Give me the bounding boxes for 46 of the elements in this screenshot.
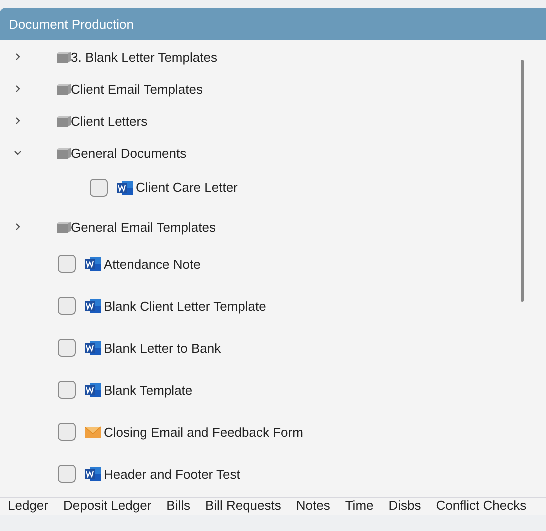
document-name[interactable]: Blank Client Letter Template (104, 298, 266, 314)
document-name[interactable]: Blank Template (104, 382, 193, 398)
folder-icon (56, 50, 71, 64)
tab[interactable]: Deposit Ledger (63, 498, 152, 515)
word-document-icon (85, 466, 101, 482)
tab[interactable]: Conflict Checks (436, 498, 527, 515)
folder-icon (56, 114, 71, 128)
folder-name[interactable]: General Email Templates (71, 220, 216, 234)
tab[interactable]: Ledger (8, 498, 48, 515)
checkbox[interactable] (58, 465, 76, 483)
tab[interactable]: Bills (166, 498, 190, 515)
checkbox[interactable] (58, 423, 76, 441)
document-name[interactable]: Attendance Note (104, 256, 201, 272)
panel-title: Document Production (0, 8, 546, 40)
scrollbar[interactable] (521, 60, 524, 302)
tab[interactable]: Disbs (388, 498, 422, 515)
expand-chevron-icon[interactable] (13, 84, 23, 94)
document-name[interactable]: Client Care Letter (136, 180, 238, 195)
folder-icon (56, 220, 71, 234)
folder-name[interactable]: Client Email Templates (71, 82, 203, 96)
expand-chevron-icon[interactable] (13, 52, 23, 62)
word-document-icon (85, 382, 101, 398)
folder-name[interactable]: Client Letters (71, 114, 148, 128)
word-document-icon (85, 340, 101, 356)
expand-chevron-icon[interactable] (13, 222, 23, 232)
tab[interactable]: Bill Requests (206, 498, 282, 515)
checkbox[interactable] (58, 297, 76, 315)
folder-name[interactable]: General Documents (71, 146, 187, 160)
word-document-icon (85, 298, 101, 314)
document-name[interactable]: Closing Email and Feedback Form (104, 424, 304, 440)
tab[interactable]: Notes (296, 498, 330, 515)
document-name[interactable]: Blank Letter to Bank (104, 340, 222, 356)
word-document-icon (117, 180, 133, 196)
expand-chevron-icon[interactable] (13, 116, 23, 126)
checkbox[interactable] (58, 381, 76, 399)
checkbox[interactable] (90, 178, 108, 196)
folder-icon (56, 82, 71, 96)
word-document-icon (85, 256, 101, 272)
envelope-icon (85, 424, 101, 440)
folder-icon (56, 146, 71, 160)
checkbox[interactable] (58, 255, 76, 273)
collapse-chevron-icon[interactable] (13, 148, 23, 158)
tab[interactable]: Time (345, 498, 374, 515)
checkbox[interactable] (58, 339, 76, 357)
folder-name[interactable]: 3. Blank Letter Templates (71, 50, 218, 64)
document-name[interactable]: Header and Footer Test (104, 466, 240, 482)
